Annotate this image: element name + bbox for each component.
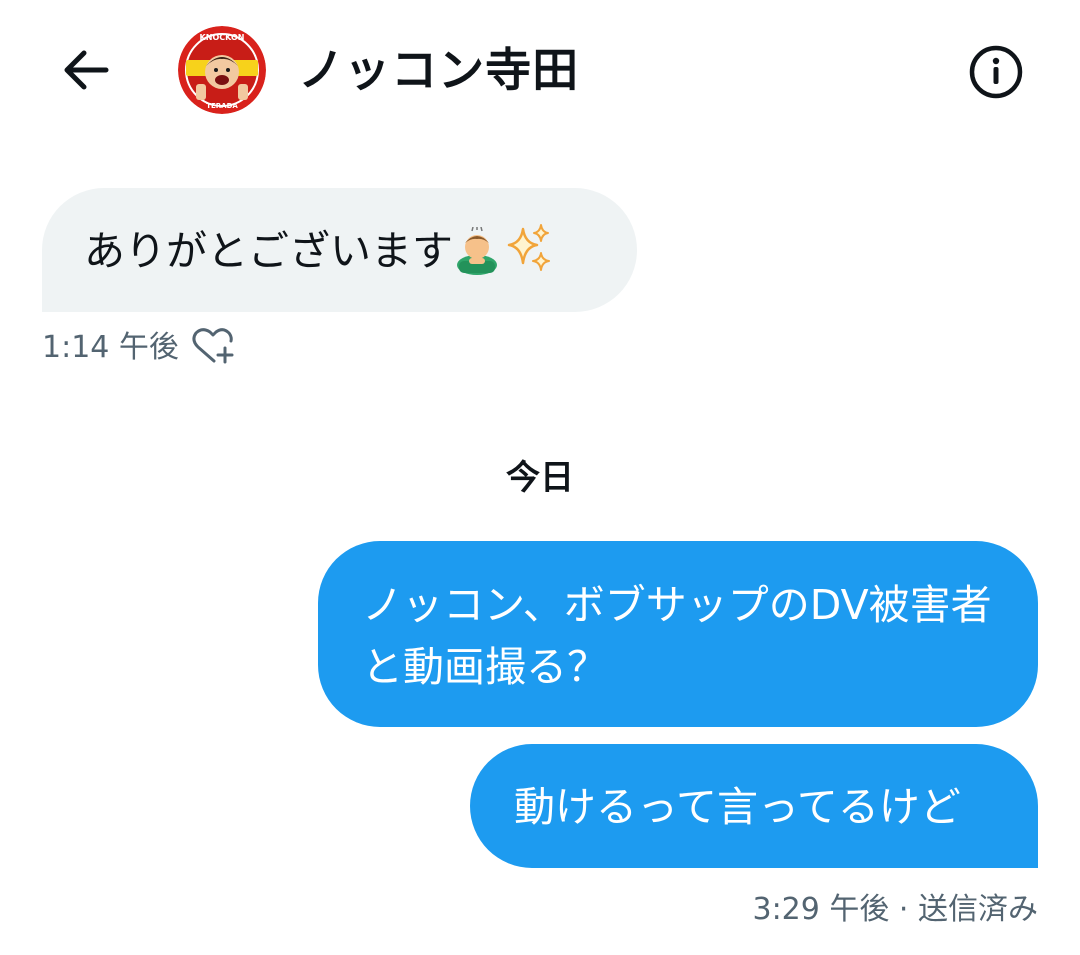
arrow-left-icon — [64, 50, 109, 90]
man-bowing-emoji — [457, 226, 497, 275]
avatar[interactable]: KNOCKON TERADA — [178, 26, 266, 114]
like-message-button[interactable] — [190, 326, 236, 366]
received-message-bubble[interactable]: ありがとございます — [42, 188, 637, 312]
received-message-time: 1:14 午後 — [42, 330, 179, 365]
sparkles-emoji — [507, 224, 550, 271]
back-button[interactable] — [56, 40, 116, 100]
message-text: ありがとございます — [84, 227, 453, 275]
heart-plus-icon — [192, 328, 234, 364]
message-text: 動けるって言ってるけど — [514, 783, 961, 831]
avatar-badge-top: KNOCKON — [200, 33, 245, 42]
sent-message-bubble[interactable]: 動けるって言ってるけど — [470, 744, 1038, 868]
info-button[interactable] — [966, 42, 1026, 102]
message-text: ノッコン、ボブサップのDV被害者と動画撮る？ — [362, 581, 992, 691]
conversation-title[interactable]: ノッコン寺田 — [298, 38, 579, 102]
sent-message-bubble[interactable]: ノッコン、ボブサップのDV被害者と動画撮る？ — [318, 541, 1038, 727]
conversation-header: KNOCKON TERADA ノッコン寺田 — [0, 0, 1080, 150]
date-separator: 今日 — [506, 458, 574, 498]
avatar-badge-bottom: TERADA — [206, 102, 238, 110]
info-circle-icon — [969, 45, 1023, 99]
sent-message-status: 3:29 午後 · 送信済み — [752, 892, 1038, 927]
